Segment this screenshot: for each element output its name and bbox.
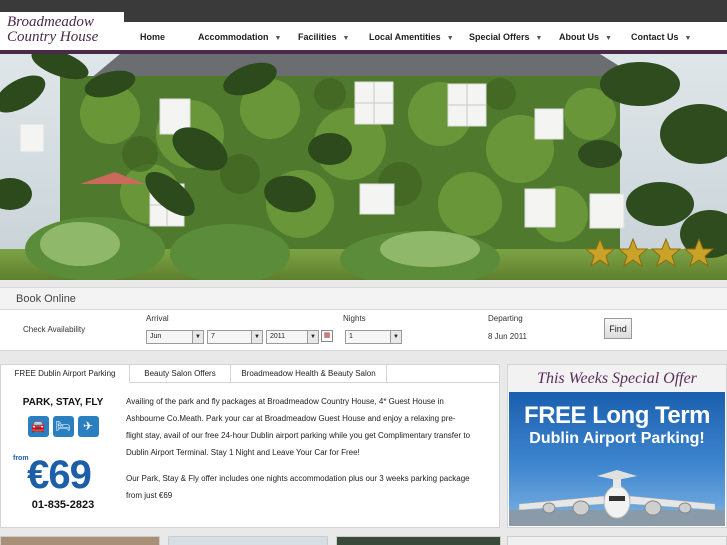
nav-item-local-amenities[interactable]: Local Amentities ▼ [369,32,454,42]
offer-includes: Our Park, Stay & Fly offer includes one … [126,474,470,500]
arrival-month-select[interactable]: Jun ▼ [146,330,204,344]
special-offer-banner[interactable]: FREE Long Term Dublin Airport Parking! [509,392,725,526]
arrival-label: Arrival [146,314,169,323]
promo-title: PARK, STAY, FLY [22,397,104,408]
logo-line-2: Country House [7,29,99,45]
tab-health-beauty-salon[interactable]: Broadmeadow Health & Beauty Salon [231,365,387,383]
rating-star-icon [618,238,648,268]
nav-item-contact-us[interactable]: Contact Us ▼ [631,32,691,42]
promo-phone: 01-835-2823 [31,499,95,511]
chevron-down-icon: ▼ [535,35,543,42]
park-stay-fly-promo[interactable]: PARK, STAY, FLY 🚘 🛏 ✈ [17,397,109,437]
site-header: Broadmeadow Country House Home Accommoda… [0,0,727,54]
chevron-down-icon: ▼ [390,331,401,343]
nav-item-home[interactable]: Home [140,32,165,42]
chevron-down-icon: ▼ [251,331,262,343]
gallery-thumb[interactable] [507,536,727,545]
car-icon: 🚘 [27,416,49,437]
chevron-down-icon: ▼ [192,331,203,343]
rating-star-icon [585,238,615,268]
airplane-icon [509,470,725,526]
arrival-day-select[interactable]: 7 ▼ [207,330,263,344]
chevron-down-icon: ▼ [307,331,318,343]
offers-tab-panel: FREE Dublin Airport Parking Beauty Salon… [0,364,500,528]
plane-icon: ✈ [77,416,99,437]
departing-value: 8 Jun 2011 [488,332,527,341]
chevron-down-icon: ▼ [605,35,612,42]
nav-item-facilities[interactable]: Facilities ▼ [298,32,349,42]
find-button[interactable]: Find [604,318,632,339]
nav-item-about-us[interactable]: About Us ▼ [559,32,612,42]
rating-star-icon [684,238,714,268]
site-logo[interactable]: Broadmeadow Country House [0,12,124,50]
logo-line-1: Broadmeadow [7,14,94,30]
promo-from-label: from [13,455,29,462]
rating-star-icon [651,238,681,268]
nav-item-special-offers[interactable]: Special Offers ▼ [469,32,542,42]
calendar-icon[interactable]: ▦ [321,330,333,342]
tab-bar: FREE Dublin Airport Parking Beauty Salon… [1,365,499,383]
departing-label: Departing [488,314,523,323]
check-availability-label: Check Availability [23,325,86,334]
tab-free-airport-parking[interactable]: FREE Dublin Airport Parking [1,365,130,383]
arrival-year-select[interactable]: 2011 ▼ [266,330,319,344]
nights-label: Nights [343,314,366,323]
special-offer-title: This Weeks Special Offer [508,365,726,392]
gallery-thumb[interactable] [168,536,328,545]
chevron-down-icon: ▼ [342,35,350,42]
chevron-down-icon: ▼ [446,35,454,42]
gallery-thumb[interactable] [336,536,501,545]
bed-icon: 🛏 [52,416,74,437]
chevron-down-icon: ▼ [684,35,692,42]
offer-description: Availing of the park and fly packages at… [126,397,471,457]
nav-item-accommodation[interactable]: Accommodation ▼ [198,32,281,42]
nights-select[interactable]: 1 ▼ [345,330,402,344]
gallery-thumb[interactable] [0,536,160,545]
booking-title: Book Online [0,288,727,310]
special-offer-box[interactable]: This Weeks Special Offer FREE Long Term … [507,364,727,528]
tab-beauty-salon-offers[interactable]: Beauty Salon Offers [130,365,231,383]
chevron-down-icon: ▼ [274,35,282,42]
main-nav: Home Accommodation ▼ Facilities ▼ Local Am… [124,22,727,50]
